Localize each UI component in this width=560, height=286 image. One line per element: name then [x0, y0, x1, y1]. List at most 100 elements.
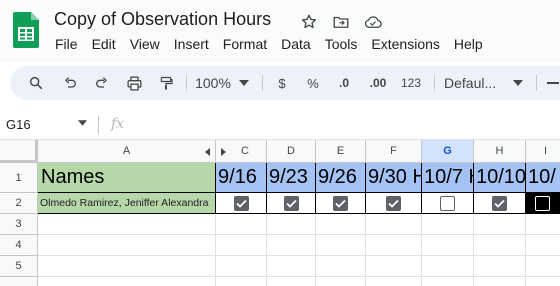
- row-header-1[interactable]: 1: [0, 163, 38, 193]
- cell-f4[interactable]: [366, 235, 422, 256]
- cell-e3[interactable]: [316, 214, 366, 235]
- cell-g3[interactable]: [422, 214, 474, 235]
- cell-a2[interactable]: Olmedo Ramirez, Jeniffer Alexandra: [38, 193, 216, 214]
- cell-d2[interactable]: [267, 193, 316, 214]
- cell-d6[interactable]: [267, 277, 316, 286]
- row-header-6[interactable]: [0, 277, 38, 286]
- decrease-decimal-button[interactable]: .0: [332, 66, 356, 100]
- checkbox-g2[interactable]: [440, 195, 455, 211]
- menu-data[interactable]: Data: [274, 35, 318, 53]
- menu-extensions[interactable]: Extensions: [364, 35, 446, 53]
- cell-h3[interactable]: [474, 214, 526, 235]
- cell-i4[interactable]: [526, 235, 560, 256]
- redo-icon[interactable]: [90, 66, 114, 100]
- cell-c3[interactable]: [216, 214, 267, 235]
- search-menus-icon[interactable]: [24, 66, 48, 100]
- document-title[interactable]: Copy of Observation Hours: [54, 9, 271, 30]
- cell-i3[interactable]: [526, 214, 560, 235]
- font-select[interactable]: Defaul...: [444, 66, 508, 100]
- cell-d1[interactable]: 9/23: [267, 163, 316, 193]
- column-header-h[interactable]: H: [474, 140, 526, 163]
- cloud-status-icon[interactable]: [362, 11, 384, 33]
- cell-i2[interactable]: [526, 193, 560, 214]
- cell-g1[interactable]: 10/7 H: [422, 163, 474, 193]
- font-chevron-down-icon[interactable]: [510, 66, 526, 100]
- cell-h2[interactable]: [474, 193, 526, 214]
- cell-g5[interactable]: [422, 256, 474, 277]
- row-header-5[interactable]: 5: [0, 256, 38, 277]
- spreadsheet-grid[interactable]: A C D E F G H I 1 2 3 4 5 Names 9/16 9/2…: [0, 140, 560, 286]
- cell-g6[interactable]: [422, 277, 474, 286]
- menu-file[interactable]: File: [48, 35, 85, 53]
- cell-e1[interactable]: 9/26: [316, 163, 366, 193]
- cell-f2[interactable]: [366, 193, 422, 214]
- cell-i1[interactable]: 10/: [526, 163, 560, 193]
- checkbox-e2[interactable]: [333, 195, 348, 211]
- menu-view[interactable]: View: [123, 35, 167, 53]
- column-header-f[interactable]: F: [366, 140, 422, 163]
- column-header-a[interactable]: A: [38, 140, 216, 163]
- checkbox-d2[interactable]: [283, 195, 299, 211]
- row-header-3[interactable]: 3: [0, 214, 38, 235]
- column-header-c[interactable]: C: [216, 140, 267, 163]
- cell-f1[interactable]: 9/30 H: [366, 163, 422, 193]
- cell-e2[interactable]: [316, 193, 366, 214]
- cell-e4[interactable]: [316, 235, 366, 256]
- cell-g4[interactable]: [422, 235, 474, 256]
- cell-d5[interactable]: [267, 256, 316, 277]
- checkbox-f2[interactable]: [386, 195, 401, 211]
- cell-a4[interactable]: [38, 235, 216, 256]
- cell-g2[interactable]: [422, 193, 474, 214]
- row-header-2[interactable]: 2: [0, 193, 38, 214]
- zoom-chevron-down-icon[interactable]: [236, 66, 252, 100]
- cell-i5[interactable]: [526, 256, 560, 277]
- checkbox-h2[interactable]: [492, 195, 507, 211]
- cell-d4[interactable]: [267, 235, 316, 256]
- font-size-decrease-icon[interactable]: [546, 66, 560, 100]
- cell-a3[interactable]: [38, 214, 216, 235]
- sheets-logo-icon[interactable]: [13, 12, 39, 48]
- cell-h1[interactable]: 10/10 H: [474, 163, 526, 193]
- paint-format-icon[interactable]: [154, 66, 178, 100]
- cell-f6[interactable]: [366, 277, 422, 286]
- name-box[interactable]: G16: [6, 117, 31, 132]
- checkbox-i2[interactable]: [535, 195, 550, 211]
- cell-c1[interactable]: 9/16: [216, 163, 267, 193]
- star-icon[interactable]: [298, 11, 320, 33]
- move-folder-icon[interactable]: [330, 11, 352, 33]
- column-header-d[interactable]: D: [267, 140, 316, 163]
- more-formats-button[interactable]: 123: [398, 66, 424, 100]
- column-header-g[interactable]: G: [422, 140, 474, 163]
- currency-format-button[interactable]: $: [272, 66, 292, 100]
- zoom-select[interactable]: 100%: [190, 66, 236, 100]
- cell-f5[interactable]: [366, 256, 422, 277]
- cell-a6[interactable]: [38, 277, 216, 286]
- increase-decimal-button[interactable]: .00: [364, 66, 392, 100]
- cell-e6[interactable]: [316, 277, 366, 286]
- menu-insert[interactable]: Insert: [167, 35, 216, 53]
- menu-format[interactable]: Format: [216, 35, 274, 53]
- print-icon[interactable]: [122, 66, 146, 100]
- menu-edit[interactable]: Edit: [85, 35, 123, 53]
- cell-f3[interactable]: [366, 214, 422, 235]
- select-all-corner[interactable]: [0, 140, 38, 163]
- name-box-chevron-down-icon[interactable]: [78, 118, 87, 128]
- menu-tools[interactable]: Tools: [318, 35, 365, 53]
- column-header-e[interactable]: E: [316, 140, 366, 163]
- cell-d3[interactable]: [267, 214, 316, 235]
- cell-a5[interactable]: [38, 256, 216, 277]
- cell-i6[interactable]: [526, 277, 560, 286]
- undo-icon[interactable]: [58, 66, 82, 100]
- cell-e5[interactable]: [316, 256, 366, 277]
- cell-c2[interactable]: [216, 193, 267, 214]
- cell-h5[interactable]: [474, 256, 526, 277]
- percent-format-button[interactable]: %: [302, 66, 324, 100]
- row-header-4[interactable]: 4: [0, 235, 38, 256]
- cell-c5[interactable]: [216, 256, 267, 277]
- cell-h6[interactable]: [474, 277, 526, 286]
- cell-h4[interactable]: [474, 235, 526, 256]
- menu-help[interactable]: Help: [447, 35, 490, 53]
- checkbox-c2[interactable]: [233, 195, 249, 211]
- expand-right-icon[interactable]: [221, 148, 226, 156]
- cell-a1[interactable]: Names: [38, 163, 216, 193]
